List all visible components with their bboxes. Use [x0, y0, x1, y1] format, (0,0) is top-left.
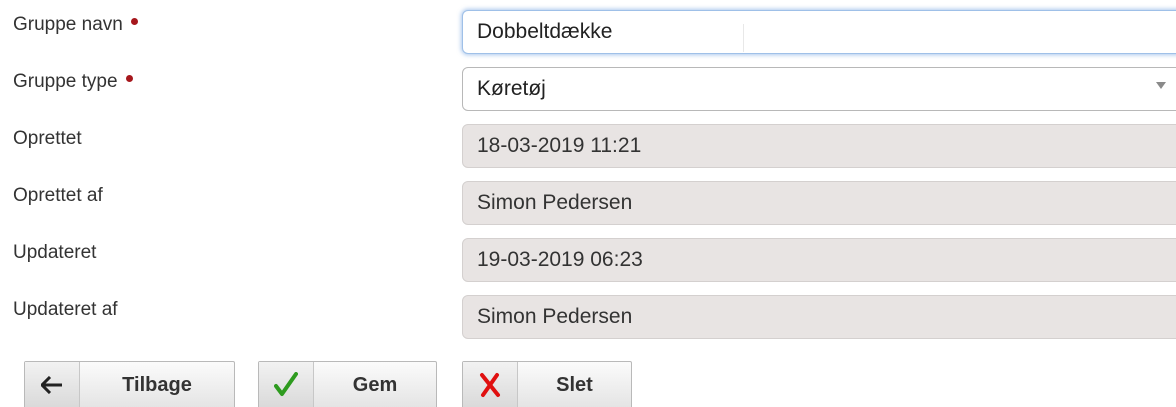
- back-button-label: Tilbage: [122, 373, 192, 396]
- required-marker-icon: [125, 75, 133, 82]
- text-cursor: [743, 24, 744, 52]
- required-marker-icon: [130, 18, 138, 25]
- updated-by-field: Simon Pedersen: [462, 295, 1176, 339]
- group-name-label: Gruppe navn: [13, 14, 138, 36]
- form-row-created: Oprettet 18-03-2019 11:21: [0, 124, 1176, 168]
- arrow-left-icon: [25, 362, 80, 407]
- group-form: Gruppe navn Gruppe type Køretøj Oprettet…: [0, 0, 1176, 407]
- created-label: Oprettet: [13, 128, 82, 149]
- created-by-field: Simon Pedersen: [462, 181, 1176, 225]
- x-icon: [463, 362, 518, 407]
- updated-field: 19-03-2019 06:23: [462, 238, 1176, 282]
- checkmark-icon: [259, 362, 314, 407]
- updated-label: Updateret: [13, 242, 97, 263]
- chevron-down-icon[interactable]: [1156, 82, 1166, 89]
- save-button-label: Gem: [352, 373, 398, 396]
- form-row-group-name: Gruppe navn: [0, 10, 1176, 54]
- form-row-updated: Updateret 19-03-2019 06:23: [0, 238, 1176, 282]
- group-type-select[interactable]: Køretøj: [462, 67, 1176, 111]
- created-field: 18-03-2019 11:21: [462, 124, 1176, 168]
- delete-button-label: Slet: [556, 373, 593, 396]
- group-name-input[interactable]: [462, 10, 1176, 54]
- updated-by-label: Updateret af: [13, 299, 118, 320]
- group-type-selected-value: Køretøj: [477, 77, 546, 100]
- created-by-label: Oprettet af: [13, 185, 103, 206]
- back-button[interactable]: Tilbage: [24, 361, 235, 407]
- save-button[interactable]: Gem: [258, 361, 437, 407]
- form-row-group-type: Gruppe type Køretøj: [0, 67, 1176, 111]
- delete-button[interactable]: Slet: [462, 361, 632, 407]
- group-type-label: Gruppe type: [13, 71, 133, 93]
- form-row-updated-by: Updateret af Simon Pedersen: [0, 295, 1176, 339]
- form-row-created-by: Oprettet af Simon Pedersen: [0, 181, 1176, 225]
